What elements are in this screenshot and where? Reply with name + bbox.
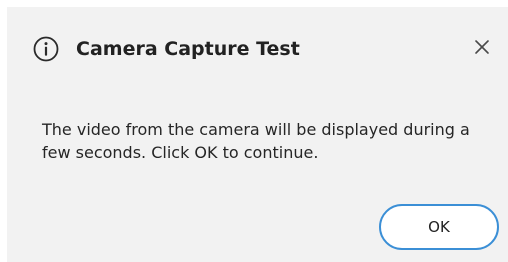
dialog-header: Camera Capture Test: [7, 7, 508, 87]
info-icon: [32, 35, 60, 63]
dialog-title: Camera Capture Test: [76, 38, 300, 60]
camera-capture-test-dialog: Camera Capture Test The video from the c…: [7, 7, 508, 262]
dialog-message: The video from the camera will be displa…: [42, 120, 470, 162]
close-icon: [475, 40, 489, 54]
ok-button[interactable]: OK: [379, 204, 499, 250]
close-button[interactable]: [468, 33, 496, 61]
